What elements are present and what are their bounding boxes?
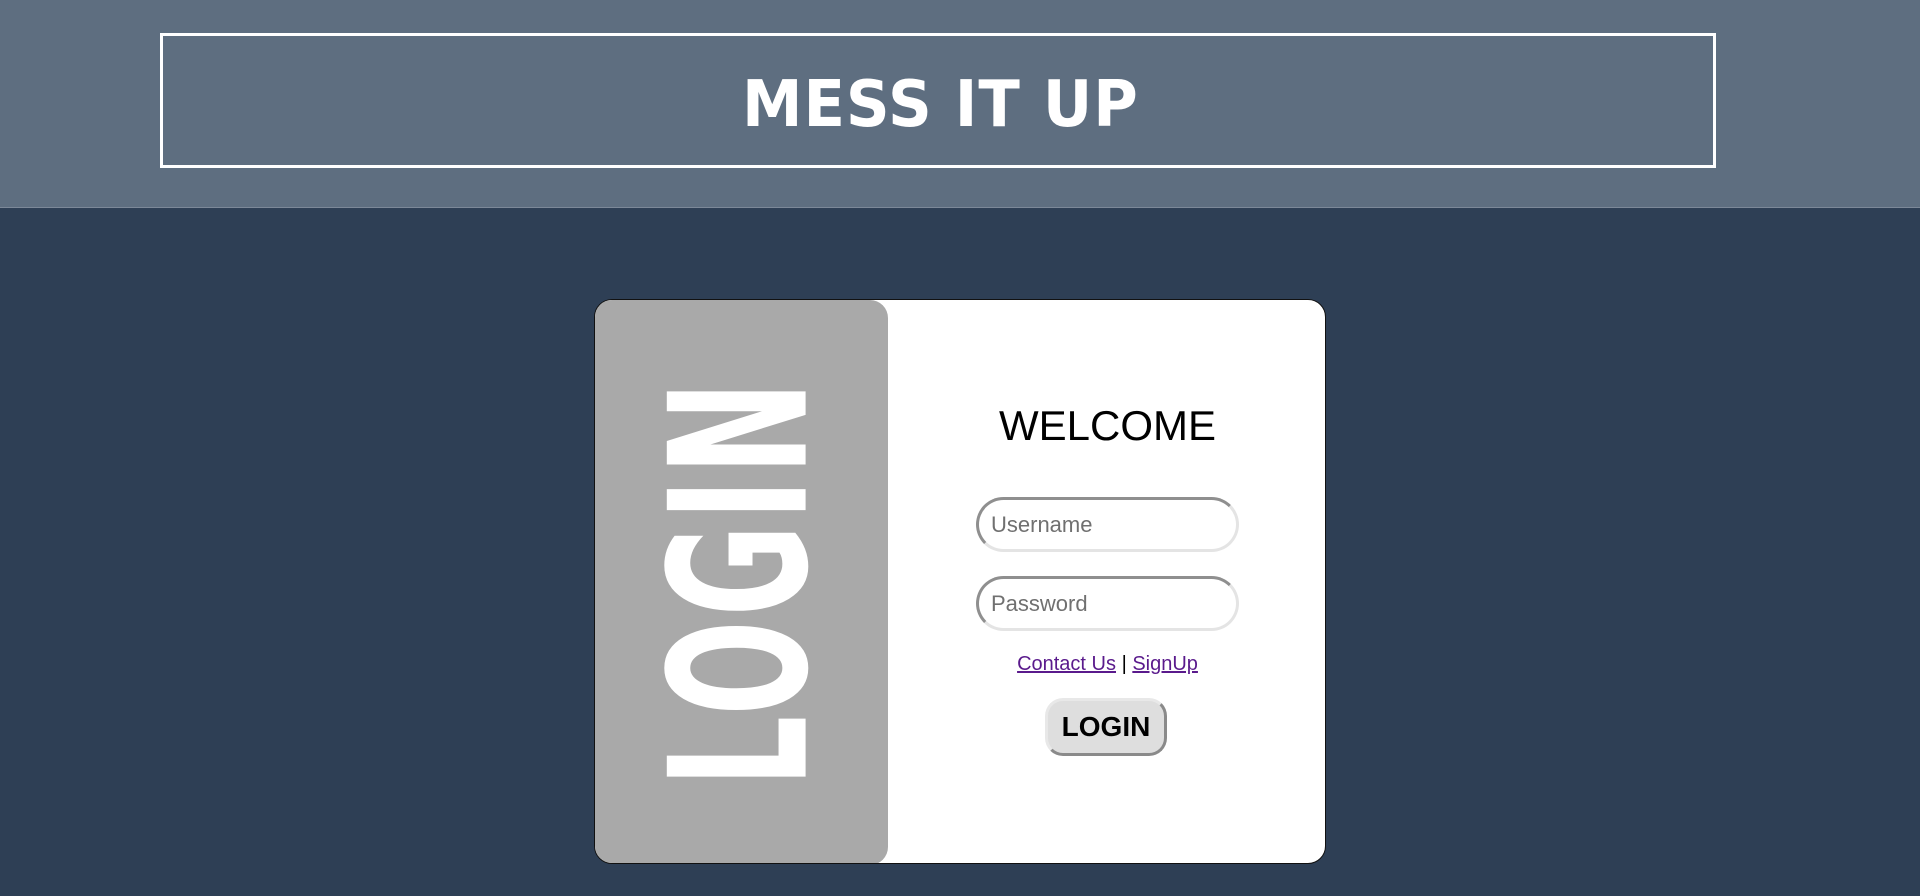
header-band: MESS IT UP (0, 0, 1920, 208)
contact-us-link[interactable]: Contact Us (1017, 653, 1116, 675)
login-button[interactable]: LOGIN (1045, 698, 1167, 756)
site-title: MESS IT UP (742, 68, 1139, 142)
login-side-panel: LOGIN (595, 300, 888, 863)
auth-links: Contact Us | SignUp (888, 652, 1325, 676)
login-side-label: LOGIN (630, 377, 852, 787)
links-separator: | (1121, 653, 1127, 675)
signup-link[interactable]: SignUp (1132, 653, 1198, 675)
password-input[interactable] (976, 576, 1239, 631)
welcome-heading: WELCOME (998, 402, 1216, 449)
username-input[interactable] (976, 497, 1239, 552)
login-card: LOGIN WELCOME Contact Us | SignUp LOGIN (594, 299, 1326, 864)
